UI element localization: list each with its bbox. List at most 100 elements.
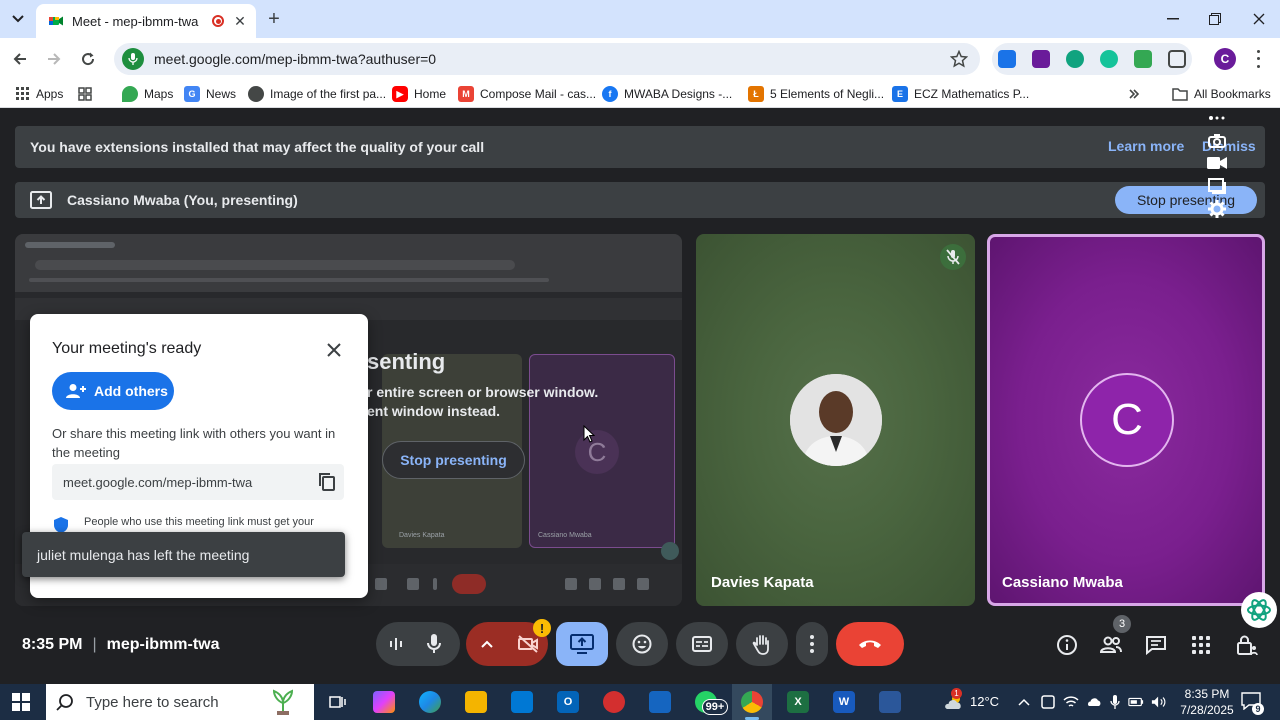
bookmark-maps[interactable]: Maps xyxy=(122,84,173,104)
bookmark-home[interactable]: ▶ Home xyxy=(392,84,446,104)
battery-icon[interactable] xyxy=(1128,694,1144,710)
camera-options-button[interactable] xyxy=(466,622,508,666)
excel-icon[interactable]: X xyxy=(787,691,809,713)
restore-button[interactable] xyxy=(1200,6,1230,32)
extensions-puzzle-icon[interactable] xyxy=(1168,50,1186,68)
bookmark-news[interactable]: G News xyxy=(184,84,236,104)
more-options-button[interactable] xyxy=(796,622,828,666)
tab-search-button[interactable] xyxy=(6,8,30,30)
close-window-button[interactable] xyxy=(1244,6,1274,32)
bookmark-star-icon[interactable] xyxy=(950,50,968,68)
host-controls-button[interactable] xyxy=(1234,632,1260,658)
all-bookmarks-button[interactable]: All Bookmarks xyxy=(1172,84,1271,104)
raise-hand-button[interactable] xyxy=(736,622,788,666)
bookmark-compose-mail[interactable]: M Compose Mail - cas... xyxy=(458,84,596,104)
tray-microphone-icon[interactable] xyxy=(1107,694,1123,710)
screen-recorder-icon[interactable] xyxy=(879,691,901,713)
browser-menu-icon[interactable] xyxy=(1250,48,1266,70)
camera-warning-badge: ! xyxy=(533,619,551,637)
grammarly-extension-icon[interactable] xyxy=(1100,50,1118,68)
participant-tile-cassiano[interactable]: C Cassiano Mwaba xyxy=(987,234,1265,606)
participant-name-cassiano: Cassiano Mwaba xyxy=(1002,574,1123,591)
microphone-button[interactable] xyxy=(426,633,442,655)
dialog-close-button[interactable] xyxy=(322,338,346,362)
bookmark-image-of-first-page[interactable]: Image of the first pa... xyxy=(248,84,386,104)
bookmarks-overflow-button[interactable] xyxy=(1128,84,1140,104)
people-icon xyxy=(1099,636,1122,653)
weather-temperature[interactable]: 12°C xyxy=(970,694,999,709)
settings-gear-icon[interactable] xyxy=(1207,200,1227,218)
audio-settings-icon[interactable] xyxy=(388,636,404,652)
add-person-icon xyxy=(66,384,86,398)
task-view-icon[interactable] xyxy=(327,691,349,713)
maps-icon xyxy=(122,86,138,102)
davinci-resolve-icon[interactable] xyxy=(603,691,625,713)
security-shield-icon[interactable] xyxy=(649,691,671,713)
double-chevron-right-icon xyxy=(1129,89,1140,99)
outlook-icon[interactable]: O xyxy=(557,691,579,713)
tray-app-icon[interactable] xyxy=(1040,694,1056,710)
new-tab-button[interactable]: + xyxy=(264,8,284,30)
globe-icon xyxy=(248,86,264,102)
back-button[interactable] xyxy=(8,47,32,71)
bookmark-ecz-mathematics[interactable]: E ECZ Mathematics P... xyxy=(892,84,1029,104)
window-capture-icon[interactable] xyxy=(1207,177,1227,195)
windows-start-button[interactable] xyxy=(12,693,30,711)
facebook-icon: f xyxy=(602,86,618,102)
file-explorer-icon[interactable] xyxy=(465,691,487,713)
stop-presenting-button[interactable]: Stop presenting xyxy=(1115,186,1257,214)
learn-more-link[interactable]: Learn more xyxy=(1108,138,1184,154)
address-bar[interactable]: meet.google.com/mep-ibmm-twa?authuser=0 xyxy=(114,43,980,75)
active-tab[interactable]: Meet - mep-ibmm-twa ✕ xyxy=(36,4,256,38)
video-record-icon[interactable] xyxy=(1207,155,1227,172)
microphone-active-icon[interactable] xyxy=(122,48,144,70)
forward-button[interactable] xyxy=(42,47,66,71)
participant-tile-davies[interactable]: Davies Kapata xyxy=(696,234,975,606)
bookmark-apps[interactable]: Apps xyxy=(16,84,63,104)
restore-icon xyxy=(1209,13,1221,25)
screen-record-extension-icon[interactable] xyxy=(998,50,1016,68)
system-clock[interactable]: 8:35 PM 7/28/2025 xyxy=(1178,686,1236,718)
present-now-button[interactable] xyxy=(556,622,608,666)
emoji-icon xyxy=(632,634,652,654)
skype-extension-icon[interactable] xyxy=(1032,50,1050,68)
ecz-icon: E xyxy=(892,86,908,102)
chatgpt-extension-icon[interactable] xyxy=(1066,50,1084,68)
show-hidden-icons-chevron[interactable] xyxy=(1016,694,1032,710)
meeting-details-button[interactable] xyxy=(1054,632,1080,658)
bookmark-tab-groups[interactable] xyxy=(78,84,92,104)
chrome-icon[interactable] xyxy=(741,691,763,713)
add-others-button[interactable]: Add others xyxy=(52,372,174,410)
copilot-icon[interactable] xyxy=(373,691,395,713)
chevron-up-icon xyxy=(481,640,493,648)
android-extension-icon[interactable] xyxy=(1134,50,1152,68)
copy-link-icon[interactable] xyxy=(318,472,336,492)
tools-menu-icon[interactable] xyxy=(1207,110,1227,127)
edge-icon[interactable] xyxy=(419,691,441,713)
profile-avatar[interactable]: C xyxy=(1214,48,1236,70)
arrow-left-icon xyxy=(13,53,26,65)
word-icon[interactable]: W xyxy=(833,691,855,713)
reactions-button[interactable] xyxy=(616,622,668,666)
bookmark-mwaba-designs[interactable]: f MWABA Designs -... xyxy=(602,84,732,104)
dialog-description: Or share this meeting link with others y… xyxy=(52,426,336,460)
chat-button[interactable] xyxy=(1143,632,1169,658)
microsoft-store-icon[interactable] xyxy=(511,691,533,713)
people-button[interactable] xyxy=(1098,632,1124,658)
tab-group-icon xyxy=(78,87,92,101)
leave-call-button[interactable] xyxy=(836,622,904,666)
volume-icon[interactable] xyxy=(1151,694,1167,710)
reload-button[interactable] xyxy=(76,47,100,71)
youtube-icon: ▶ xyxy=(392,86,408,102)
wifi-icon[interactable] xyxy=(1063,694,1079,710)
camera-snapshot-icon[interactable] xyxy=(1207,133,1227,150)
onedrive-cloud-icon[interactable] xyxy=(1086,694,1102,710)
captions-button[interactable] xyxy=(676,622,728,666)
close-tab-icon[interactable]: ✕ xyxy=(232,13,248,30)
minimize-button[interactable] xyxy=(1158,6,1188,32)
raise-hand-icon xyxy=(752,635,769,655)
taskbar-search-box[interactable]: Type here to search xyxy=(46,684,314,720)
weather-alert-badge: 1 xyxy=(951,688,962,699)
bookmark-elements-of-negligence[interactable]: Ł 5 Elements of Negli... xyxy=(748,84,884,104)
activities-button[interactable] xyxy=(1188,632,1214,658)
